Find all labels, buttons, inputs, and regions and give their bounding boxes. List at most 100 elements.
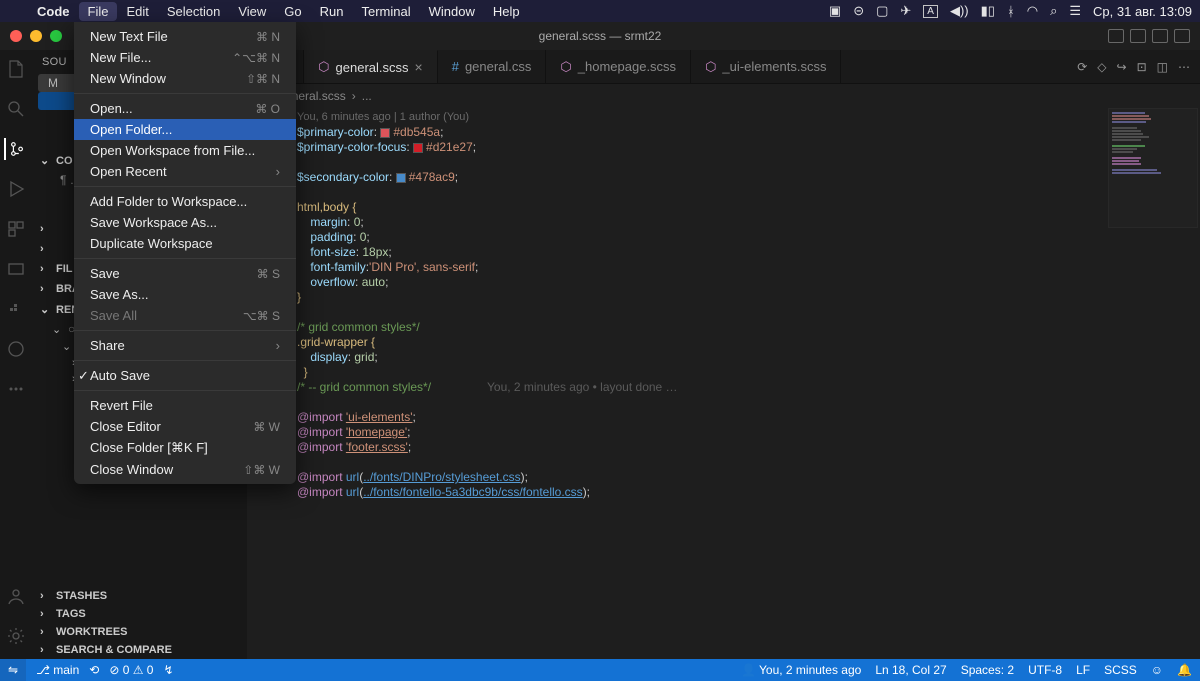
scss-icon: ⬡ xyxy=(705,59,716,75)
remote-indicator[interactable]: ⇋ xyxy=(0,659,26,681)
layout-primary-sidebar-icon[interactable] xyxy=(1108,29,1124,43)
port-forward[interactable]: ↯ xyxy=(163,663,173,677)
problems[interactable]: ⊘ 0 ⚠ 0 xyxy=(109,663,153,677)
menubar-view[interactable]: View xyxy=(229,4,275,19)
eol[interactable]: LF xyxy=(1076,663,1090,677)
menubar-file[interactable]: File xyxy=(79,2,118,21)
tab-general-scss[interactable]: ⬡general.scss× xyxy=(304,50,438,83)
menu-add-folder[interactable]: Add Folder to Workspace... xyxy=(74,191,296,212)
layout-controls xyxy=(1108,29,1190,43)
menu-open-folder[interactable]: Open Folder... xyxy=(74,119,296,140)
arrow-icon[interactable]: ↪ xyxy=(1117,60,1127,74)
git-branch[interactable]: ⎇ main xyxy=(36,663,79,677)
feedback-icon[interactable]: ☺ xyxy=(1151,663,1163,677)
control-center-icon[interactable]: ☰ xyxy=(1069,3,1081,19)
compare-icon[interactable]: ◇ xyxy=(1097,60,1106,74)
menu-save-workspace-as[interactable]: Save Workspace As... xyxy=(74,212,296,233)
menu-auto-save[interactable]: ✓Auto Save xyxy=(74,365,296,386)
menubar-selection[interactable]: Selection xyxy=(158,4,229,19)
menu-new-file[interactable]: New File...⌃⌥⌘ N xyxy=(74,47,296,68)
color-swatch xyxy=(396,173,406,183)
menubar-help[interactable]: Help xyxy=(484,4,529,19)
section-stashes[interactable]: ›STASHES xyxy=(32,587,247,605)
scss-icon: ⬡ xyxy=(318,59,329,75)
editor-area: .html ⬡general.scss× #general.css ⬡_home… xyxy=(247,50,1200,659)
layout-panel-icon[interactable] xyxy=(1130,29,1146,43)
menu-revert-file[interactable]: Revert File xyxy=(74,395,296,416)
screen-icon[interactable]: ▢ xyxy=(876,3,888,19)
tab-general-css[interactable]: #general.css xyxy=(438,50,547,83)
diff-icon[interactable]: ⟳ xyxy=(1077,60,1087,74)
input-icon[interactable]: А xyxy=(923,5,938,18)
gitlens-icon[interactable] xyxy=(5,338,27,360)
breadcrumb[interactable]: ⬡ general.scss › ... xyxy=(247,84,1200,108)
more-actions-icon[interactable]: ⋯ xyxy=(1178,60,1190,74)
menu-close-folder[interactable]: Close Folder [⌘K F] xyxy=(74,437,296,459)
menubar-run[interactable]: Run xyxy=(311,4,353,19)
maximize-window-button[interactable] xyxy=(50,30,62,42)
section-search[interactable]: ›SEARCH & COMPARE xyxy=(32,641,247,659)
blame-status[interactable]: 👤 You, 2 minutes ago xyxy=(741,663,861,677)
section-worktrees[interactable]: ›WORKTREES xyxy=(32,623,247,641)
encoding[interactable]: UTF-8 xyxy=(1028,663,1062,677)
more-icon[interactable] xyxy=(5,378,27,400)
editor-tabs: .html ⬡general.scss× #general.css ⬡_home… xyxy=(247,50,1200,84)
menu-close-window[interactable]: Close Window⇧⌘ W xyxy=(74,459,296,480)
close-tab-icon[interactable]: × xyxy=(415,59,423,75)
remote-icon[interactable] xyxy=(5,258,27,280)
tab-ui-elements-scss[interactable]: ⬡_ui-elements.scss xyxy=(691,50,841,83)
language-mode[interactable]: SCSS xyxy=(1104,663,1137,677)
menubar-terminal[interactable]: Terminal xyxy=(353,4,420,19)
settings-icon[interactable] xyxy=(5,625,27,647)
spotlight-icon[interactable]: ⌕ xyxy=(1050,3,1057,19)
dnd-icon[interactable]: ⊝ xyxy=(853,3,864,19)
menu-new-window[interactable]: New Window⇧⌘ N xyxy=(74,68,296,89)
minimap[interactable] xyxy=(1108,108,1198,228)
history-icon[interactable]: ⊡ xyxy=(1137,60,1147,74)
git-sync[interactable]: ⟲ xyxy=(89,663,99,677)
traffic-lights xyxy=(10,30,62,42)
cursor-position[interactable]: Ln 18, Col 27 xyxy=(875,663,946,677)
run-debug-icon[interactable] xyxy=(5,178,27,200)
wifi-icon[interactable]: ◠ xyxy=(1027,3,1038,19)
menu-save-all[interactable]: Save All⌥⌘ S xyxy=(74,305,296,326)
menubar-datetime[interactable]: Ср, 31 авг. 13:09 xyxy=(1093,4,1192,19)
extensions-icon[interactable] xyxy=(5,218,27,240)
close-window-button[interactable] xyxy=(10,30,22,42)
notifications-icon[interactable]: 🔔 xyxy=(1177,663,1192,677)
section-tags[interactable]: ›TAGS xyxy=(32,605,247,623)
indentation[interactable]: Spaces: 2 xyxy=(961,663,1014,677)
menu-close-editor[interactable]: Close Editor⌘ W xyxy=(74,416,296,437)
menubar-window[interactable]: Window xyxy=(420,4,484,19)
bt-icon[interactable]: ᚼ xyxy=(1007,4,1015,19)
explorer-icon[interactable] xyxy=(5,58,27,80)
menu-save[interactable]: Save⌘ S xyxy=(74,263,296,284)
menu-open-workspace[interactable]: Open Workspace from File... xyxy=(74,140,296,161)
macos-menubar: Code File Edit Selection View Go Run Ter… xyxy=(0,0,1200,22)
tab-homepage-scss[interactable]: ⬡_homepage.scss xyxy=(546,50,691,83)
docker-icon[interactable] xyxy=(5,298,27,320)
menu-new-text-file[interactable]: New Text File⌘ N xyxy=(74,26,296,47)
minimize-window-button[interactable] xyxy=(30,30,42,42)
search-icon[interactable] xyxy=(5,98,27,120)
layout-customize-icon[interactable] xyxy=(1174,29,1190,43)
code-lens[interactable]: You, 6 minutes ago | 1 author (You) xyxy=(297,110,1200,125)
layout-secondary-sidebar-icon[interactable] xyxy=(1152,29,1168,43)
code-editor[interactable]: 23 24 25 You, 6 minutes ago | 1 author (… xyxy=(247,108,1200,659)
menu-open-recent[interactable]: Open Recent› xyxy=(74,161,296,182)
menubar-go[interactable]: Go xyxy=(275,4,310,19)
tray-icon[interactable]: ▣ xyxy=(829,3,841,19)
menu-save-as[interactable]: Save As... xyxy=(74,284,296,305)
menu-duplicate-workspace[interactable]: Duplicate Workspace xyxy=(74,233,296,254)
split-editor-icon[interactable]: ◫ xyxy=(1157,60,1168,74)
source-control-icon[interactable] xyxy=(4,138,26,160)
battery-icon[interactable]: ▮▯ xyxy=(981,3,995,19)
telegram-icon[interactable]: ✈ xyxy=(900,3,911,19)
account-icon[interactable] xyxy=(5,585,27,607)
menubar-app[interactable]: Code xyxy=(28,4,79,19)
volume-icon[interactable]: ◀)) xyxy=(950,3,969,19)
menubar-edit[interactable]: Edit xyxy=(117,4,157,19)
color-swatch xyxy=(413,143,423,153)
menu-open[interactable]: Open...⌘ O xyxy=(74,98,296,119)
menu-share[interactable]: Share› xyxy=(74,335,296,356)
